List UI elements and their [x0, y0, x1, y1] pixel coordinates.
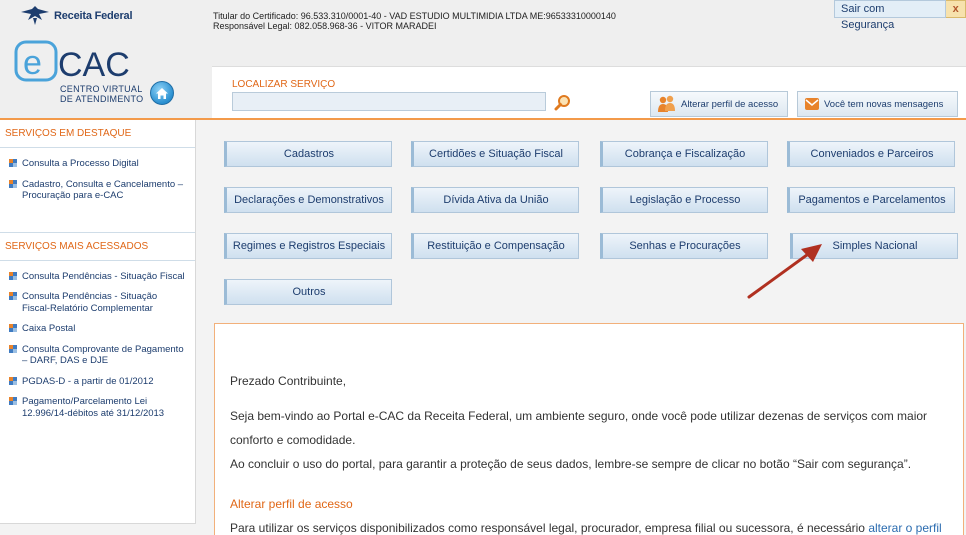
- users-icon: [658, 95, 675, 112]
- change-profile-link[interactable]: alterar o perfil: [868, 521, 941, 535]
- sidebar-item-label: Pagamento/Parcelamento Lei 12.996/14-déb…: [22, 396, 165, 419]
- sidebar-item-label: Consulta a Processo Digital: [22, 158, 139, 169]
- welcome-paragraph-3-text: Para utilizar os serviços disponibilizad…: [230, 521, 869, 535]
- change-profile-heading: Alterar perfil de acesso: [230, 497, 353, 511]
- sidebar-item-label: Consulta Comprovante de Pagamento – DARF…: [22, 343, 184, 367]
- welcome-paragraph-1: Seja bem-vindo ao Portal e-CAC da Receit…: [230, 409, 928, 447]
- bullet-icon: [9, 271, 17, 280]
- search-label: LOCALIZAR SERVIÇO: [232, 79, 336, 90]
- sidebar-divider: [0, 211, 195, 233]
- envelope-icon: [805, 98, 819, 110]
- certificate-holder: Titular do Certificado: 96.533.310/0001-…: [213, 11, 616, 21]
- sidebar-item-comprovante[interactable]: Consulta Comprovante de Pagamento – DARF…: [0, 344, 195, 376]
- service-button-declaracoes[interactable]: Declarações e Demonstrativos: [224, 187, 392, 213]
- ecac-logo-text: CAC: [58, 46, 130, 84]
- logout-button[interactable]: Sair com Segurança: [834, 0, 947, 31]
- most-accessed-title: SERVIÇOS MAIS ACESSADOS: [0, 233, 195, 261]
- bullet-icon: [9, 376, 17, 385]
- service-button-cobranca[interactable]: Cobrança e Fiscalização: [600, 141, 768, 167]
- search-input[interactable]: [232, 92, 546, 111]
- sidebar-item-pgdas[interactable]: PGDAS-D - a partir de 01/2012: [0, 376, 195, 397]
- sidebar-item-label: Consulta Pendências - Situação Fiscal: [22, 270, 185, 282]
- service-button-pagamentos[interactable]: Pagamentos e Parcelamentos: [787, 187, 955, 213]
- certificate-info: Titular do Certificado: 96.533.310/0001-…: [213, 11, 616, 31]
- sidebar-item-parcelamento[interactable]: Pagamento/Parcelamento Lei 12.996/14-déb…: [0, 396, 195, 428]
- featured-services-title: SERVIÇOS EM DESTAQUE: [0, 120, 195, 148]
- sidebar-item-situacao-fiscal[interactable]: Consulta Pendências - Situação Fiscal: [0, 271, 195, 292]
- header: Receita Federal e CAC CENTRO VIRTUAL DE …: [0, 0, 966, 118]
- home-icon: [156, 87, 168, 99]
- receita-federal-logo[interactable]: Receita Federal: [20, 6, 133, 26]
- new-messages-button[interactable]: Você tem novas mensagens: [797, 91, 958, 117]
- sidebar-item-label: Caixa Postal: [22, 323, 76, 334]
- bullet-icon: [9, 292, 17, 300]
- brand-name: Receita Federal: [54, 10, 133, 22]
- search-icon[interactable]: [554, 94, 572, 112]
- new-messages-label: Você tem novas mensagens: [824, 98, 944, 110]
- bullet-icon: [9, 324, 17, 332]
- service-button-divida-ativa[interactable]: Dívida Ativa da União: [411, 187, 579, 213]
- service-button-restituicao[interactable]: Restituição e Compensação: [411, 233, 579, 259]
- most-accessed-list: Consulta Pendências - Situação Fiscal Co…: [0, 261, 195, 429]
- bullet-icon: [9, 179, 17, 188]
- legal-responsible: Responsável Legal: 082.058.968-36 - VITO…: [213, 21, 437, 31]
- sidebar-item-label: Cadastro, Consulta e Cancelamento – Proc…: [22, 178, 184, 202]
- logout-close-icon[interactable]: x: [946, 0, 966, 18]
- home-button[interactable]: [150, 81, 174, 105]
- sidebar-item-processo-digital[interactable]: Consulta a Processo Digital: [0, 158, 195, 179]
- ecac-subtitle: CENTRO VIRTUAL DE ATENDIMENTO: [60, 84, 143, 104]
- sidebar-item-label: PGDAS-D - a partir de 01/2012: [22, 375, 154, 387]
- sidebar-item-label: Consulta Pendências - Situação Fiscal-Re…: [22, 291, 158, 314]
- change-profile-label: Alterar perfil de acesso: [681, 98, 779, 110]
- bullet-icon: [9, 397, 17, 405]
- eagle-icon: [21, 6, 49, 25]
- ecac-subtitle-line1: CENTRO VIRTUAL: [60, 84, 143, 94]
- search-panel: LOCALIZAR SERVIÇO Alterar perfil de aces…: [212, 66, 966, 118]
- service-button-cadastros[interactable]: Cadastros: [224, 141, 392, 167]
- service-button-certidoes[interactable]: Certidões e Situação Fiscal: [411, 141, 579, 167]
- sidebar: SERVIÇOS EM DESTAQUE Consulta a Processo…: [0, 120, 196, 524]
- welcome-panel: Prezado Contribuinte, Seja bem-vindo ao …: [214, 323, 964, 535]
- service-button-conveniados[interactable]: Conveniados e Parceiros: [787, 141, 955, 167]
- change-profile-button[interactable]: Alterar perfil de acesso: [650, 91, 788, 117]
- ecac-subtitle-line2: DE ATENDIMENTO: [60, 94, 144, 104]
- featured-services-list: Consulta a Processo Digital Cadastro, Co…: [0, 148, 195, 211]
- service-button-outros[interactable]: Outros: [224, 279, 392, 305]
- bullet-icon: [9, 159, 17, 167]
- service-button-senhas[interactable]: Senhas e Procurações: [600, 233, 768, 259]
- bullet-icon: [9, 344, 17, 353]
- logout-control: Sair com Segurança x: [834, 0, 966, 31]
- welcome-paragraph-3: Para utilizar os serviços disponibilizad…: [230, 516, 948, 535]
- sidebar-item-caixa-postal[interactable]: Caixa Postal: [0, 323, 195, 344]
- service-button-legislacao[interactable]: Legislação e Processo: [600, 187, 768, 213]
- sidebar-item-relatorio-complementar[interactable]: Consulta Pendências - Situação Fiscal-Re…: [0, 291, 195, 323]
- sidebar-item-procuracao[interactable]: Cadastro, Consulta e Cancelamento – Proc…: [0, 179, 195, 211]
- welcome-paragraph-2: Ao concluir o uso do portal, para garant…: [230, 457, 912, 471]
- service-button-simples-nacional[interactable]: Simples Nacional: [790, 233, 958, 259]
- welcome-greeting: Prezado Contribuinte,: [230, 374, 347, 388]
- svg-text:e: e: [23, 44, 42, 82]
- service-button-regimes[interactable]: Regimes e Registros Especiais: [224, 233, 392, 259]
